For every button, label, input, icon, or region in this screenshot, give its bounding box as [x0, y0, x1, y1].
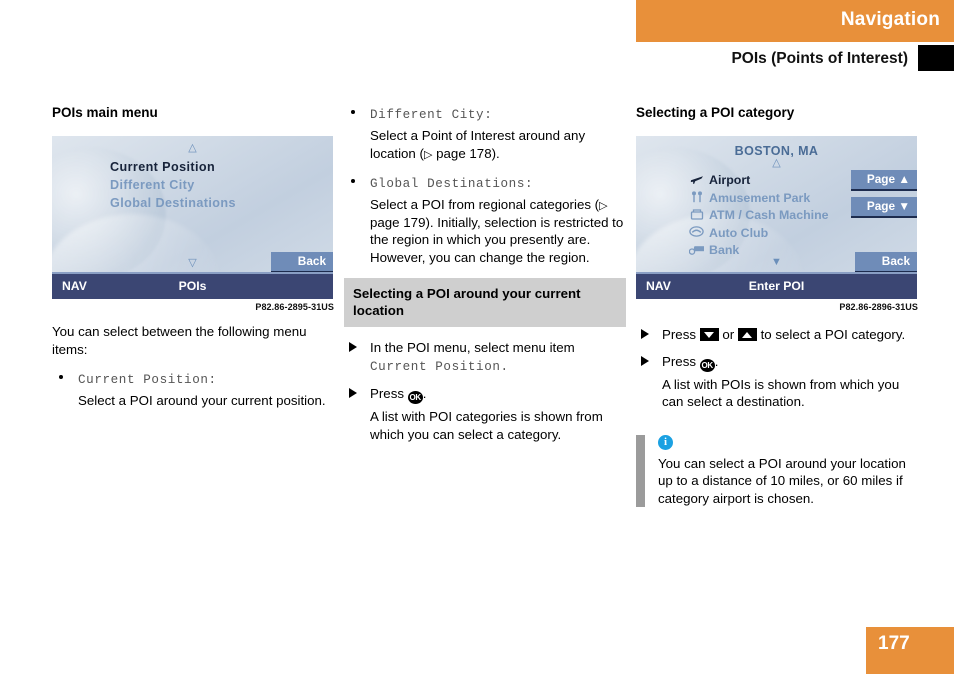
note-text: You can select a POI around your locatio… — [658, 455, 906, 506]
step-arrow-icon — [641, 329, 649, 339]
right-screenshot-caption: P82.86-2896-31US — [839, 302, 918, 312]
desc-text-before: Select a POI from regional categories ( — [370, 197, 600, 212]
bullet-term-different-city: Different City: — [370, 108, 493, 122]
step-text-after: to select a POI category. — [756, 327, 906, 342]
list-item: Different City: — [344, 105, 626, 123]
page-reference-178[interactable]: page 178 — [436, 146, 491, 161]
menu-item-different-city[interactable]: Different City — [110, 176, 236, 194]
left-bullet-list: Current Position: — [52, 370, 334, 388]
poi-label: Amusement Park — [709, 190, 811, 205]
step-press-ok: Press OK. — [344, 385, 626, 404]
step-text-before: In the POI menu, select menu item — [370, 340, 575, 355]
bullet-desc-different-city: Select a Point of Interest around any lo… — [370, 127, 626, 162]
bullet-desc-current-position: Select a POI around your current positio… — [78, 393, 326, 408]
note-side-bar — [636, 434, 645, 507]
screen-mode-label: Enter POI — [748, 279, 805, 293]
bank-icon — [688, 244, 705, 258]
bullet-desc-global-destinations: Select a POI from regional categories (▷… — [370, 196, 626, 266]
subsection-title: POIs (Points of Interest) — [731, 50, 908, 67]
airport-icon — [688, 174, 705, 188]
step-text-before: Press — [662, 327, 700, 342]
info-icon: i — [658, 434, 673, 450]
mid-section-heading: Selecting a POI around your current loca… — [344, 278, 626, 327]
left-heading: POIs main menu — [52, 105, 158, 120]
bullet-term-current-position: Current Position: — [78, 373, 217, 387]
mid-bullet-list: Different City: — [344, 105, 626, 123]
poi-label: Auto Club — [709, 225, 769, 240]
step-text-before: Press — [662, 353, 700, 369]
poi-category-auto-club[interactable]: Auto Club — [688, 225, 829, 243]
poi-category-list: Airport Amusement Park ATM / Cash Machin… — [688, 172, 829, 260]
info-note: i You can select a POI around your locat… — [636, 434, 918, 507]
screen-bottom-bar: NAV Enter POI — [636, 272, 917, 299]
amusement-park-icon — [688, 191, 705, 206]
poi-category-atm[interactable]: ATM / Cash Machine — [688, 207, 829, 225]
step-menu-item-name: Current Position. — [370, 359, 509, 374]
back-button[interactable]: Back — [855, 252, 917, 273]
page-number: 177 — [878, 633, 910, 654]
bullet-dot — [351, 110, 355, 114]
step-arrow-icon — [349, 388, 357, 398]
atm-icon — [688, 209, 705, 223]
ok-button-icon[interactable]: OK — [407, 391, 423, 404]
left-column: POIs main menu △ Current Position Differ… — [52, 105, 334, 422]
left-screenshot-caption: P82.86-2895-31US — [255, 302, 334, 312]
poi-category-airport[interactable]: Airport — [688, 172, 829, 190]
bullet-term-global-destinations: Global Destinations: — [370, 177, 534, 191]
right-column: Selecting a POI category BOSTON, MA △ Ai… — [636, 105, 918, 507]
page-up-button[interactable]: Page ▲ — [851, 170, 917, 191]
scroll-up-indicator: △ — [188, 142, 197, 154]
right-step-result: A list with POIs is shown from which you… — [662, 376, 900, 410]
bullet-dot — [351, 179, 355, 183]
auto-club-icon — [688, 226, 705, 240]
screen-mode-label: POIs — [178, 279, 207, 293]
step-select-menu-item: In the POI menu, select menu item Curren… — [344, 339, 626, 376]
poi-label: Airport — [709, 173, 751, 187]
page-reference-179[interactable]: page 179 — [370, 215, 425, 230]
ok-button-icon[interactable]: OK — [699, 358, 715, 372]
up-arrow-key-icon[interactable] — [737, 328, 757, 341]
mid-step-result: A list with POI categories is shown from… — [370, 409, 603, 442]
back-button[interactable]: Back — [271, 252, 333, 273]
left-intro-text: You can select between the following men… — [52, 324, 307, 357]
page-edge-tab — [918, 45, 954, 71]
poi-category-amusement-park[interactable]: Amusement Park — [688, 190, 829, 208]
list-item: Global Destinations: — [344, 174, 626, 192]
page-ref-triangle-icon: ▷ — [423, 148, 433, 161]
down-arrow-key-icon[interactable] — [699, 328, 719, 341]
section-title: Navigation — [840, 9, 940, 30]
screen-city-title: BOSTON, MA — [734, 144, 819, 158]
step-text-before: Press — [370, 386, 408, 401]
page-ref-triangle-icon: ▷ — [599, 200, 608, 212]
scroll-up-indicator: △ — [772, 157, 781, 169]
poi-label: ATM / Cash Machine — [709, 208, 829, 222]
poi-category-screenshot: BOSTON, MA △ Airport Amusement Park ATM … — [636, 136, 917, 299]
poi-main-menu-screenshot: △ Current Position Different City Global… — [52, 136, 333, 299]
menu-item-global-destinations[interactable]: Global Destinations — [110, 194, 236, 212]
step-press-arrows: Press or to select a POI category. — [636, 326, 918, 344]
step-text-after: . — [714, 353, 719, 369]
desc-text-after: ). — [491, 145, 500, 161]
mid-bullet-list-2: Global Destinations: — [344, 174, 626, 192]
list-item: Current Position: — [52, 370, 334, 388]
screen-bottom-bar: NAV POIs — [52, 272, 333, 299]
step-press-ok: Press OK. — [636, 353, 918, 372]
page-down-button[interactable]: Page ▼ — [851, 197, 917, 218]
nav-menu-list: Current Position Different City Global D… — [110, 158, 236, 212]
middle-column: Different City: Select a Point of Intere… — [344, 105, 626, 456]
step-text-after: . — [422, 386, 427, 401]
step-text-mid: or — [718, 327, 738, 342]
bullet-dot — [59, 375, 63, 379]
menu-item-current-position[interactable]: Current Position — [110, 158, 236, 176]
step-arrow-icon — [641, 355, 649, 366]
step-arrow-icon — [349, 342, 357, 352]
right-heading: Selecting a POI category — [636, 105, 795, 120]
